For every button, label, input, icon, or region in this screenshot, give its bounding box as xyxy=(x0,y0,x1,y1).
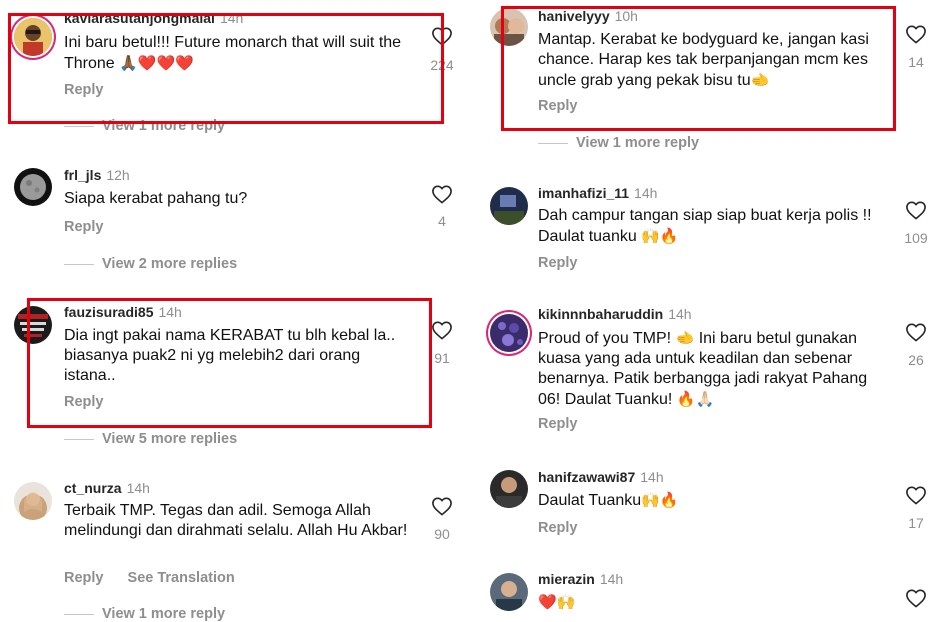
comment-body: Proud of you TMP! xyxy=(538,330,672,347)
comment-body: Daulat Tuanku xyxy=(538,492,642,509)
comment-item: hanifzawawi87 14h Daulat Tuanku🙌🔥 Reply 1… xyxy=(480,460,950,555)
divider xyxy=(64,613,94,615)
comment-emoji: 🙌🔥 xyxy=(641,227,679,245)
username-text[interactable]: mierazin xyxy=(538,571,595,587)
comment-actions: Reply xyxy=(538,255,598,271)
reply-button[interactable]: Reply xyxy=(64,570,104,586)
like-count: 90 xyxy=(434,526,450,542)
heart-outline-icon[interactable] xyxy=(905,200,927,220)
comment-username[interactable]: imanhafizi_11 14h xyxy=(538,185,657,201)
avatar[interactable] xyxy=(14,482,52,520)
comment-actions: Reply xyxy=(538,416,598,432)
comment-time: 14h xyxy=(599,571,624,587)
username-text[interactable]: imanhafizi_11 xyxy=(538,185,629,201)
heart-outline-icon[interactable] xyxy=(905,322,927,342)
comment-item: ct_nurza 14h Terbaik TMP. Tegas dan adil.… xyxy=(0,470,470,622)
comment-text: Dah campur tangan siap siap buat kerja p… xyxy=(538,206,873,247)
like-count: 109 xyxy=(904,230,928,246)
view-replies-link[interactable]: View 5 more replies xyxy=(64,431,237,447)
view-replies-link[interactable]: View 2 more replies xyxy=(64,256,237,272)
comment-time: 12h xyxy=(106,167,130,183)
comment-item: mierazin 14h ❤️🙌 xyxy=(480,565,950,620)
username-text[interactable]: ct_nurza xyxy=(64,480,122,496)
reply-button[interactable]: Reply xyxy=(64,219,104,235)
view-replies-text[interactable]: View 1 more reply xyxy=(576,135,699,151)
comment-text: Daulat Tuanku🙌🔥 xyxy=(538,490,873,511)
heart-outline-icon[interactable] xyxy=(431,184,453,204)
comment-text: Proud of you TMP! 🫲 Ini baru betul gunak… xyxy=(538,328,883,410)
like-count: 26 xyxy=(908,352,924,368)
comment-actions: Reply xyxy=(64,219,124,235)
reply-button[interactable]: Reply xyxy=(538,255,578,271)
avatar[interactable] xyxy=(490,314,528,352)
comment-item: imanhafizi_11 14h Dah campur tangan siap … xyxy=(480,175,950,285)
right-comment-column: hanivelyyy 10h Mantap. Kerabat ke bodygua… xyxy=(480,0,950,620)
avatar[interactable] xyxy=(490,187,528,225)
comment-username[interactable]: kikinnnbaharuddin 14h xyxy=(538,306,692,322)
heart-outline-icon[interactable] xyxy=(905,588,927,608)
left-comment-column: kavlarasutanjongmalai 14h Ini baru betul!… xyxy=(0,0,470,622)
divider xyxy=(538,142,568,144)
like-count: 4 xyxy=(438,213,446,229)
highlight-box xyxy=(8,13,444,124)
username-text[interactable]: frl_jls xyxy=(64,167,101,183)
comment-text: Siapa kerabat pahang tu? xyxy=(64,190,248,207)
divider xyxy=(64,263,94,265)
divider xyxy=(64,125,94,127)
comment-time: 14h xyxy=(640,469,664,485)
avatar[interactable] xyxy=(490,470,528,508)
comment-time: 14h xyxy=(668,306,692,322)
see-translation-button[interactable]: See Translation xyxy=(128,570,235,586)
like-count: 14 xyxy=(908,54,924,70)
username-text[interactable]: hanifzawawi87 xyxy=(538,469,635,485)
comment-time: 14h xyxy=(126,480,150,496)
comment-emoji: ❤️🙌 xyxy=(538,593,576,611)
comment-time: 14h xyxy=(634,185,658,201)
comment-emoji: 🔥🙏🏻 xyxy=(676,390,715,408)
comment-username[interactable]: mierazin 14h xyxy=(538,571,623,587)
avatar[interactable] xyxy=(14,168,52,206)
reply-button[interactable]: Reply xyxy=(538,520,578,536)
heart-outline-icon[interactable] xyxy=(431,320,453,340)
view-replies-text[interactable]: View 5 more replies xyxy=(102,431,237,447)
highlight-box xyxy=(27,298,432,428)
view-replies-text[interactable]: View 2 more replies xyxy=(102,256,237,272)
reply-button[interactable]: Reply xyxy=(538,416,578,432)
comment-body: Dah campur tangan siap siap buat kerja p… xyxy=(538,207,872,245)
heart-outline-icon[interactable] xyxy=(905,485,927,505)
like-count: 17 xyxy=(908,515,924,531)
username-text[interactable]: kikinnnbaharuddin xyxy=(538,306,663,322)
view-replies-link[interactable]: View 1 more reply xyxy=(538,135,699,151)
comment-username[interactable]: ct_nurza 14h xyxy=(64,480,150,496)
comment-actions: Reply xyxy=(538,520,598,536)
heart-outline-icon[interactable] xyxy=(431,496,453,516)
comment-username[interactable]: hanifzawawi87 14h xyxy=(538,469,664,485)
comment-text: ❤️🙌 xyxy=(538,592,873,613)
comment-item: frl_jls 12h Siapa kerabat pahang tu? Repl… xyxy=(0,150,470,275)
comment-emoji: 🙌🔥 xyxy=(641,491,679,509)
comment-actions: Reply See Translation xyxy=(64,570,255,586)
comment-username[interactable]: frl_jls 12h xyxy=(64,167,130,183)
comment-text: Terbaik TMP. Tegas dan adil. Semoga Alla… xyxy=(64,502,408,539)
highlight-box xyxy=(501,6,896,131)
divider xyxy=(64,438,94,440)
comment-item: kikinnnbaharuddin 14h Proud of you TMP! 🫲… xyxy=(480,300,950,445)
avatar[interactable] xyxy=(490,573,528,611)
comment-emoji: 🫲 xyxy=(675,329,695,347)
heart-outline-icon[interactable] xyxy=(905,24,927,44)
